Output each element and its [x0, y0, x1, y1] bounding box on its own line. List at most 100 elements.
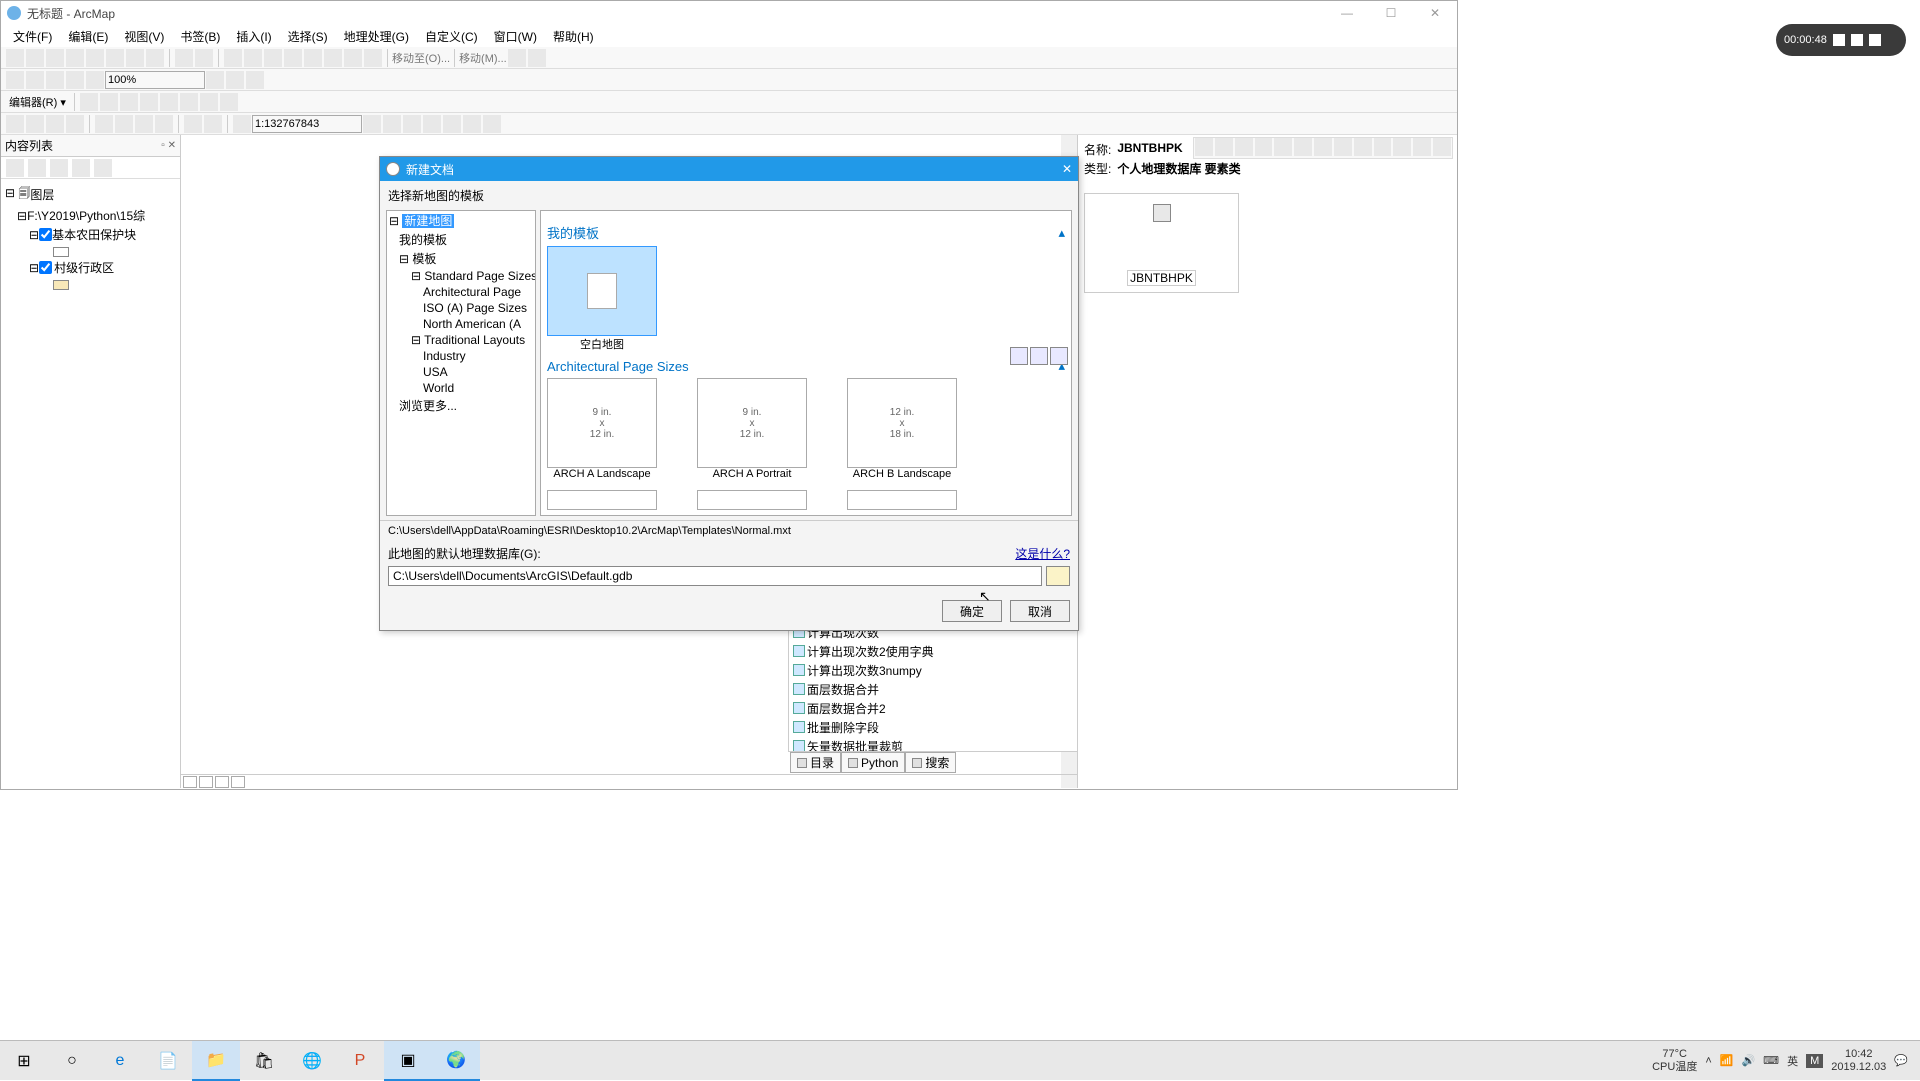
- tray-keyboard-icon[interactable]: ⌨: [1763, 1054, 1779, 1067]
- menu-help[interactable]: 帮助(H): [545, 26, 602, 47]
- prev-extent-icon[interactable]: [126, 49, 144, 67]
- print-icon[interactable]: [66, 115, 84, 133]
- view-large-icon[interactable]: [1010, 347, 1028, 365]
- editor-toolbar-icon[interactable]: [363, 115, 381, 133]
- rec-edit-icon[interactable]: ✎: [1869, 34, 1881, 46]
- tool2g-icon[interactable]: [226, 71, 244, 89]
- screen-recorder-widget[interactable]: 00:00:48 ▮▮ ■ ✎: [1776, 24, 1906, 56]
- fixed-zoom-in-icon[interactable]: [86, 49, 104, 67]
- find-route-icon[interactable]: [344, 49, 362, 67]
- tray-volume-icon[interactable]: 🔊: [1741, 1054, 1755, 1067]
- html-popup-icon[interactable]: [284, 49, 302, 67]
- template-blank-map[interactable]: 空白地图: [547, 246, 657, 352]
- list-by-visibility-icon[interactable]: [50, 159, 68, 177]
- script-item[interactable]: 面层数据合并2: [789, 699, 1077, 718]
- draw-g-icon[interactable]: [1314, 138, 1332, 156]
- template-arch-b-landscape[interactable]: 12 in.x18 in. ARCH B Landscape: [847, 378, 957, 480]
- tray-ime2[interactable]: M: [1806, 1054, 1823, 1068]
- time-slider-icon[interactable]: [508, 49, 526, 67]
- tool2e-icon[interactable]: [86, 71, 104, 89]
- open-icon[interactable]: [26, 115, 44, 133]
- template-gallery[interactable]: 我的模板▴ 空白地图 Architectural Page Sizes▴ 9 i…: [540, 210, 1072, 516]
- search-window-icon[interactable]: [423, 115, 441, 133]
- zoom-out-icon[interactable]: [26, 49, 44, 67]
- pan-icon[interactable]: [46, 49, 64, 67]
- layer2-checkbox[interactable]: [39, 261, 52, 274]
- tray-chevron-icon[interactable]: ˄: [1705, 1055, 1711, 1067]
- geodb-path-input[interactable]: [388, 566, 1042, 586]
- fixed-zoom-out-icon[interactable]: [106, 49, 124, 67]
- cut-icon[interactable]: [95, 115, 113, 133]
- edge-icon[interactable]: e: [96, 1041, 144, 1081]
- template-partial-3[interactable]: [847, 490, 957, 510]
- template-arch-a-landscape[interactable]: 9 in.x12 in. ARCH A Landscape: [547, 378, 657, 480]
- redo-icon[interactable]: [204, 115, 222, 133]
- tab-python[interactable]: Python: [841, 752, 905, 773]
- draw-k-icon[interactable]: [1393, 138, 1411, 156]
- template-partial-1[interactable]: [547, 490, 657, 510]
- maximize-button[interactable]: ☐: [1369, 1, 1413, 25]
- template-arch-a-portrait[interactable]: 9 in.x12 in. ARCH A Portrait: [697, 378, 807, 480]
- edit-tool-icon[interactable]: [80, 93, 98, 111]
- rec-stop-icon[interactable]: ■: [1851, 34, 1863, 46]
- split-icon[interactable]: [160, 93, 178, 111]
- menu-view[interactable]: 视图(V): [116, 26, 172, 47]
- undo-icon[interactable]: [184, 115, 202, 133]
- viewer-window-icon[interactable]: [528, 49, 546, 67]
- move-to-o-label[interactable]: 移动至(O)...: [392, 50, 450, 66]
- script-item[interactable]: 矢量数据批量裁剪: [789, 737, 1077, 752]
- draw-b-icon[interactable]: [1215, 138, 1233, 156]
- menu-customize[interactable]: 自定义(C): [417, 26, 486, 47]
- layer2-name[interactable]: 村级行政区: [52, 259, 116, 276]
- edit-vertices-icon[interactable]: [100, 93, 118, 111]
- draw-l-icon[interactable]: [1413, 138, 1431, 156]
- cortana-icon[interactable]: ○: [48, 1041, 96, 1081]
- next-extent-icon[interactable]: [146, 49, 164, 67]
- collapse-icon[interactable]: ▴: [1058, 225, 1065, 241]
- layout-view-button[interactable]: [199, 776, 213, 788]
- delete-icon[interactable]: [155, 115, 173, 133]
- save-icon[interactable]: [46, 115, 64, 133]
- browse-button[interactable]: [1046, 566, 1070, 586]
- tool2h-icon[interactable]: [246, 71, 264, 89]
- script-item[interactable]: 面层数据合并: [789, 680, 1077, 699]
- sketch-props-icon[interactable]: [220, 93, 238, 111]
- select-features-icon[interactable]: [175, 49, 193, 67]
- explorer-icon[interactable]: 📁: [192, 1041, 240, 1081]
- menu-window[interactable]: 窗口(W): [486, 26, 545, 47]
- toc-window-icon[interactable]: [383, 115, 401, 133]
- tray-clock[interactable]: 10:42 2019.12.03: [1831, 1048, 1886, 1072]
- data-view-button[interactable]: [183, 776, 197, 788]
- powerpoint-icon[interactable]: P: [336, 1041, 384, 1081]
- tab-catalog[interactable]: 目录: [790, 752, 841, 773]
- tool2d-icon[interactable]: [66, 71, 84, 89]
- list-by-drawing-icon[interactable]: [6, 159, 24, 177]
- draw-j-icon[interactable]: [1374, 138, 1392, 156]
- draw-c-icon[interactable]: [1235, 138, 1253, 156]
- temp-widget[interactable]: 77°C CPU温度: [1652, 1048, 1697, 1072]
- toc-source[interactable]: F:\Y2019\Python\15综: [27, 207, 145, 224]
- minimize-button[interactable]: —: [1325, 1, 1369, 25]
- python-window-icon[interactable]: [463, 115, 481, 133]
- tray-notifications-icon[interactable]: 💬: [1894, 1054, 1908, 1067]
- app-taskbar-icon[interactable]: ▣: [384, 1041, 432, 1081]
- tray-ime[interactable]: 英: [1787, 1053, 1798, 1069]
- script-item[interactable]: 计算出现次数2使用字典: [789, 642, 1077, 661]
- view-medium-icon[interactable]: [1030, 347, 1048, 365]
- copy-icon[interactable]: [115, 115, 133, 133]
- refresh-view-button[interactable]: [215, 776, 229, 788]
- tool2f-icon[interactable]: [206, 71, 224, 89]
- layer1-name[interactable]: 基本农田保护块: [52, 226, 136, 243]
- goto-xy-icon[interactable]: [364, 49, 382, 67]
- reshape-icon[interactable]: [120, 93, 138, 111]
- close-button[interactable]: ✕: [1413, 1, 1457, 25]
- notepad-icon[interactable]: 📄: [144, 1041, 192, 1081]
- menu-edit[interactable]: 编辑(E): [60, 26, 116, 47]
- view-small-icon[interactable]: [1050, 347, 1068, 365]
- tool2c-icon[interactable]: [46, 71, 64, 89]
- draw-m-icon[interactable]: [1433, 138, 1451, 156]
- menu-insert[interactable]: 插入(I): [228, 26, 279, 47]
- draw-h-icon[interactable]: [1334, 138, 1352, 156]
- model-builder-icon[interactable]: [483, 115, 501, 133]
- arcmap-taskbar-icon[interactable]: 🌍: [432, 1041, 480, 1081]
